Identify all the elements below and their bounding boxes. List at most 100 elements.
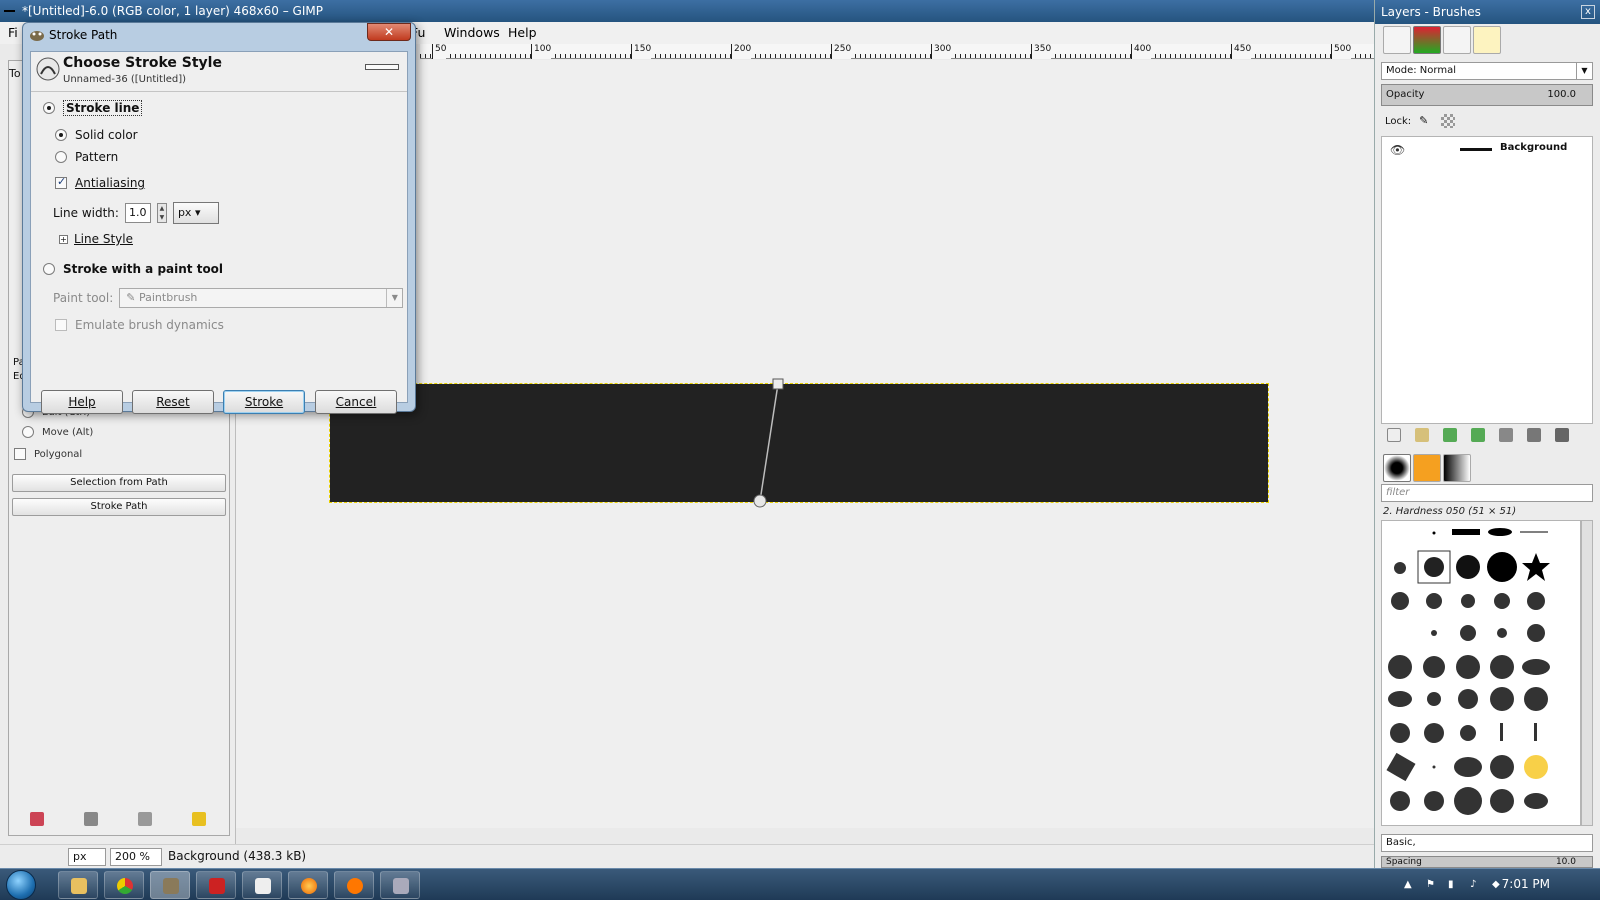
polygonal-checkbox[interactable] (14, 448, 26, 460)
tray-arrow-icon[interactable]: ▲ (1404, 879, 1416, 891)
solid-color-radio[interactable] (55, 129, 67, 141)
delete-options-icon[interactable] (138, 812, 152, 826)
dialog-header: Choose Stroke Style Unnamed-36 ([Untitle… (31, 52, 407, 92)
stroke-button[interactable]: Stroke (223, 390, 305, 414)
line-width-spinner[interactable]: ▲ ▼ (156, 203, 167, 223)
brush-thumb[interactable] (1456, 555, 1480, 579)
stroke-line-option[interactable]: Stroke line (43, 100, 143, 116)
glow-brush-thumb[interactable] (1524, 755, 1548, 779)
new-layer-icon[interactable] (1387, 428, 1401, 442)
tab-channels-icon[interactable] (1413, 26, 1441, 54)
emulate-dynamics-option[interactable]: Emulate brush dynamics (55, 318, 224, 332)
unit-selector[interactable]: px (68, 848, 106, 866)
tray-volume-icon[interactable]: ♪ (1470, 879, 1482, 891)
filezilla-icon (209, 878, 225, 894)
stroke-path-button[interactable]: Stroke Path (12, 498, 226, 516)
checker-lock-icon[interactable] (1441, 114, 1456, 128)
taskbar-notepad[interactable] (242, 871, 282, 899)
brush-scrollbar[interactable] (1581, 520, 1593, 826)
selection-from-path-button[interactable]: Selection from Path (12, 474, 226, 492)
stroke-with-tool-label: Stroke with a paint tool (63, 262, 224, 276)
taskbar-gimp[interactable] (150, 871, 190, 899)
tab-gradients-icon[interactable] (1443, 454, 1471, 482)
taskbar-explorer[interactable] (58, 871, 98, 899)
spacing-slider[interactable]: Spacing 10.0 (1381, 856, 1593, 868)
solid-color-option[interactable]: Solid color (55, 128, 138, 142)
path-anchor-handle[interactable] (772, 378, 784, 390)
tab-patterns-icon[interactable] (1413, 454, 1441, 482)
stroke-with-tool-option[interactable]: Stroke with a paint tool (43, 262, 223, 276)
taskbar-firefox[interactable] (288, 871, 328, 899)
polygonal-option[interactable]: Polygonal (14, 448, 82, 460)
brush-filter-input[interactable]: filter (1381, 484, 1593, 502)
taskbar-xampp[interactable] (334, 871, 374, 899)
taskbar-filezilla[interactable] (196, 871, 236, 899)
unit-dropdown[interactable]: px ▾ (172, 202, 219, 224)
tab-layers-icon[interactable] (1383, 26, 1411, 54)
taskbar-clock[interactable]: 7:01 PM (1502, 877, 1550, 891)
brush-thumb[interactable] (1452, 529, 1480, 535)
line-style-expander[interactable]: + Line Style (59, 232, 133, 246)
dialog-heading: Choose Stroke Style (63, 55, 222, 71)
path-segment[interactable] (759, 383, 779, 502)
layer-row[interactable]: 👁 Background (1382, 137, 1592, 161)
stroke-line-radio[interactable] (43, 102, 55, 114)
expand-plus-icon[interactable]: + (59, 234, 68, 244)
delete-layer-icon[interactable] (1555, 428, 1569, 442)
move-mode-radio[interactable] (22, 426, 34, 438)
tab-paths-icon[interactable] (1443, 26, 1471, 54)
lower-layer-icon[interactable] (1471, 428, 1485, 442)
close-button[interactable]: ✕ (367, 23, 411, 41)
emulate-dynamics-checkbox[interactable] (55, 319, 67, 331)
brush-thumb[interactable] (1487, 552, 1517, 582)
start-orb[interactable] (6, 870, 36, 900)
duplicate-layer-icon[interactable] (1499, 428, 1513, 442)
taskbar-chrome[interactable] (104, 871, 144, 899)
xampp-icon (347, 878, 363, 894)
reset-button[interactable]: Reset (132, 390, 214, 414)
tab-brushes-icon[interactable] (1383, 454, 1411, 482)
cancel-button[interactable]: Cancel (315, 390, 397, 414)
dock-title-bar[interactable]: Layers - Brushes x (1375, 0, 1600, 24)
explorer-icon (71, 878, 87, 894)
restore-options-icon[interactable] (84, 812, 98, 826)
brush-lock-icon[interactable]: ✎ (1419, 114, 1433, 128)
zoom-selector[interactable]: 200 % (110, 848, 162, 866)
help-button[interactable]: Help (41, 390, 123, 414)
layer-mode-label: Mode: Normal (1386, 65, 1456, 76)
eye-icon[interactable]: 👁 (1390, 143, 1405, 157)
raise-layer-icon[interactable] (1443, 428, 1457, 442)
dock-close-button[interactable]: x (1581, 5, 1595, 19)
tray-network-icon[interactable]: ▮ (1448, 879, 1460, 891)
paint-tool-dropdown[interactable]: ✎ Paintbrush ▼ (119, 288, 404, 308)
opacity-slider[interactable]: Opacity 100.0 (1381, 84, 1593, 106)
star-icon[interactable] (1522, 553, 1550, 581)
dialog-body: Choose Stroke Style Unnamed-36 ([Untitle… (30, 51, 408, 414)
stroke-with-tool-radio[interactable] (43, 263, 55, 275)
new-group-icon[interactable] (1415, 428, 1429, 442)
anchor-layer-icon[interactable] (1527, 428, 1541, 442)
brush-grid[interactable] (1381, 520, 1581, 826)
path-mode-move[interactable]: Move (Alt) (22, 426, 93, 438)
brush-thumb[interactable] (1394, 562, 1406, 574)
path-anchor-point[interactable] (753, 494, 767, 508)
tab-undo-icon[interactable] (1473, 26, 1501, 54)
layer-mode-select[interactable]: Mode: Normal ▼ (1381, 62, 1593, 80)
reset-options-icon[interactable] (192, 812, 206, 826)
taskbar-gimp-dialog[interactable] (380, 871, 420, 899)
brush-thumb[interactable] (1432, 531, 1436, 535)
antialiasing-option[interactable]: Antialiasing (55, 175, 145, 190)
brush-thumb[interactable] (1424, 557, 1444, 577)
save-options-icon[interactable] (30, 812, 44, 826)
brush-thumb[interactable] (1488, 528, 1512, 536)
brush-tag-field[interactable]: Basic, (1381, 834, 1593, 852)
toolbox-label-fragment: To (9, 67, 21, 80)
tray-flag-icon[interactable]: ⚑ (1426, 879, 1438, 891)
pattern-label: Pattern (75, 150, 119, 164)
lock-label: Lock: (1385, 115, 1412, 127)
antialiasing-checkbox[interactable] (55, 175, 67, 189)
pattern-radio[interactable] (55, 151, 67, 163)
stroke-line-label: Stroke line (63, 100, 143, 116)
line-width-input[interactable]: 1.0 (124, 203, 151, 223)
pattern-option[interactable]: Pattern (55, 150, 118, 164)
